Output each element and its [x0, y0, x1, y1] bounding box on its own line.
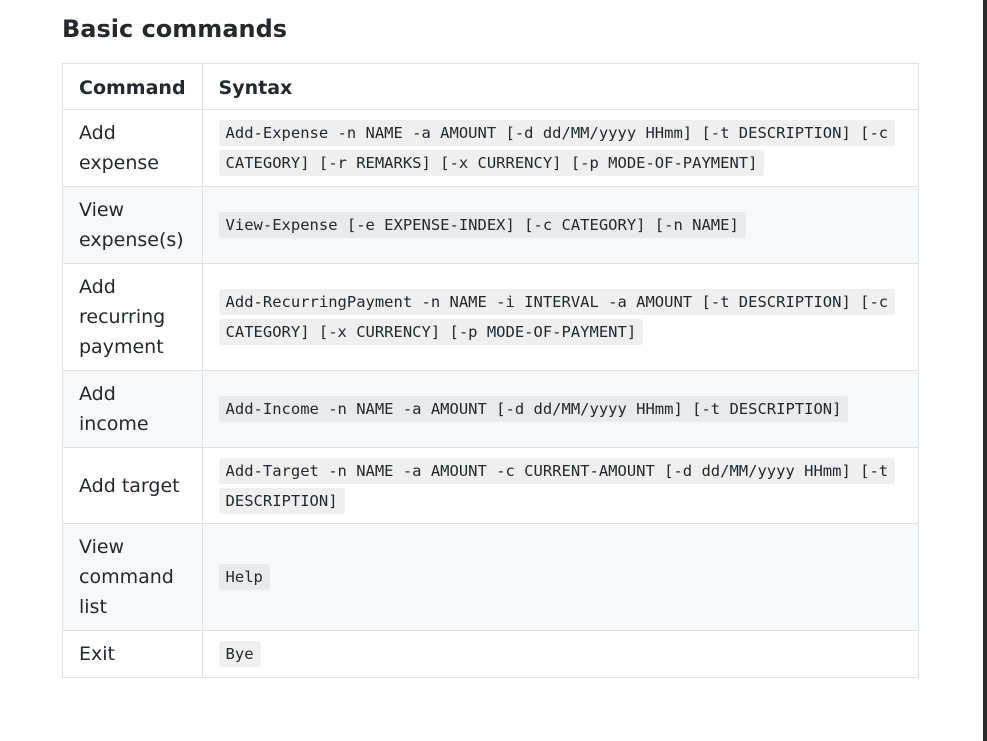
command-syntax: Add-RecurringPayment -n NAME -i INTERVAL… [218, 289, 896, 345]
table-row: Add recurring payment Add-RecurringPayme… [62, 263, 920, 371]
command-syntax: View-Expense [-e EXPENSE-INDEX] [-c CATE… [218, 212, 746, 238]
command-syntax-cell: Add-Target -n NAME -a AMOUNT -c CURRENT-… [201, 447, 920, 524]
command-syntax-cell: Add-Expense -n NAME -a AMOUNT [-d dd/MM/… [201, 109, 920, 187]
command-name: Exit [62, 630, 203, 678]
table-row: Add expense Add-Expense -n NAME -a AMOUN… [62, 109, 920, 187]
table-row: View command list Help [62, 523, 920, 631]
document-content: Basic commands Command Syntax Add expens… [62, 12, 920, 678]
table-header-row: Command Syntax [62, 63, 920, 110]
table-row: Exit Bye [62, 630, 920, 678]
command-syntax-cell: Bye [201, 630, 920, 678]
command-syntax-cell: Add-Income -n NAME -a AMOUNT [-d dd/MM/y… [201, 370, 920, 448]
command-name: View expense(s) [62, 186, 203, 264]
command-name: Add expense [62, 109, 203, 187]
table-row: View expense(s) View-Expense [-e EXPENSE… [62, 186, 920, 264]
command-syntax-cell: Add-RecurringPayment -n NAME -i INTERVAL… [201, 263, 920, 371]
command-name: Add target [62, 447, 203, 524]
command-syntax: Add-Target -n NAME -a AMOUNT -c CURRENT-… [218, 457, 896, 514]
command-syntax-cell: View-Expense [-e EXPENSE-INDEX] [-c CATE… [201, 186, 920, 264]
table-row: Add income Add-Income -n NAME -a AMOUNT … [62, 370, 920, 448]
command-syntax: Add-Income -n NAME -a AMOUNT [-d dd/MM/y… [218, 396, 849, 422]
section-heading: Basic commands [62, 15, 288, 43]
window-edge-bar [983, 0, 987, 741]
command-syntax-cell: Help [201, 523, 920, 631]
command-name: View command list [62, 523, 203, 631]
command-syntax: Add-Expense -n NAME -a AMOUNT [-d dd/MM/… [218, 120, 896, 176]
command-name: Add recurring payment [62, 263, 203, 371]
column-header-syntax: Syntax [201, 63, 920, 110]
command-syntax: Bye [218, 641, 261, 667]
commands-table: Command Syntax Add expense Add-Expense -… [62, 63, 920, 678]
command-name: Add income [62, 370, 203, 448]
command-syntax: Help [218, 564, 270, 590]
table-row: Add target Add-Target -n NAME -a AMOUNT … [62, 447, 920, 524]
column-header-command: Command [62, 63, 203, 110]
